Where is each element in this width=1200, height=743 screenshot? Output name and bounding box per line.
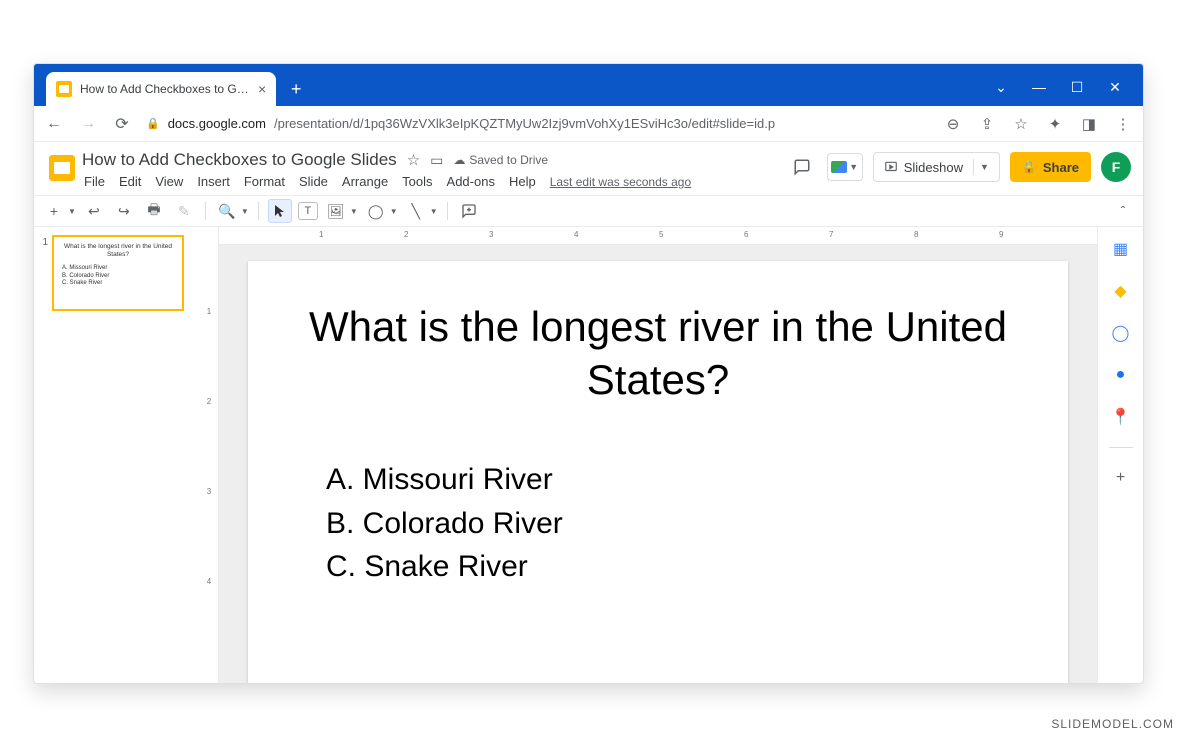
browser-menu-icon[interactable]: ⋮ bbox=[1113, 115, 1133, 133]
menu-format[interactable]: Format bbox=[244, 174, 285, 189]
undo-button[interactable]: ↩ bbox=[82, 199, 106, 223]
reload-icon[interactable]: ⟳ bbox=[112, 114, 132, 134]
lock-icon: 🔒 bbox=[146, 117, 160, 130]
calendar-icon[interactable]: ▦ bbox=[1109, 237, 1133, 261]
menu-addons[interactable]: Add-ons bbox=[447, 174, 495, 189]
filmstrip[interactable]: 1 What is the longest river in the Unite… bbox=[34, 227, 199, 683]
url-host: docs.google.com bbox=[168, 116, 266, 131]
share-url-icon[interactable]: ⇪ bbox=[977, 115, 997, 133]
browser-tab[interactable]: How to Add Checkboxes to Goo × bbox=[46, 72, 276, 106]
move-to-drive-icon[interactable]: ▭ bbox=[430, 152, 443, 169]
app-header: How to Add Checkboxes to Google Slides ☆… bbox=[34, 142, 1143, 195]
slides-logo[interactable] bbox=[42, 148, 82, 188]
close-tab-icon[interactable]: × bbox=[258, 81, 266, 97]
select-tool[interactable] bbox=[268, 199, 292, 223]
star-icon[interactable]: ☆ bbox=[407, 151, 420, 169]
maps-icon[interactable]: 📍 bbox=[1109, 405, 1133, 429]
share-button[interactable]: 🔒 Share bbox=[1010, 152, 1091, 182]
window-controls: ⌄ ― ☐ ✕ bbox=[993, 79, 1137, 106]
chevron-down-icon[interactable]: ▼ bbox=[430, 207, 438, 216]
maximize-icon[interactable]: ☐ bbox=[1069, 79, 1085, 96]
tab-title: How to Add Checkboxes to Goo bbox=[80, 82, 250, 96]
tasks-icon[interactable]: ◯ bbox=[1109, 321, 1133, 345]
cloud-icon: ☁ bbox=[453, 153, 465, 167]
slide-options[interactable]: A. Missouri River B. Colorado River C. S… bbox=[296, 458, 1020, 589]
toolbar: +▼ ↩ ↪ 🖶 ✎ 🔍▼ T 🖼▼ ◯▼ ╲▼ ˆ bbox=[34, 195, 1143, 227]
comment-tool[interactable] bbox=[457, 199, 481, 223]
chevron-down-icon[interactable]: ▼ bbox=[390, 207, 398, 216]
redo-button[interactable]: ↪ bbox=[112, 199, 136, 223]
last-edit-link[interactable]: Last edit was seconds ago bbox=[550, 175, 691, 189]
saved-status[interactable]: ☁Saved to Drive bbox=[453, 153, 548, 167]
new-slide-button[interactable]: + bbox=[42, 199, 66, 223]
chevron-down-icon[interactable]: ⌄ bbox=[993, 79, 1009, 96]
menu-edit[interactable]: Edit bbox=[119, 174, 141, 189]
menu-bar: File Edit View Insert Format Slide Arran… bbox=[82, 170, 787, 195]
option-a: A. Missouri River bbox=[326, 458, 1020, 502]
play-rect-icon bbox=[884, 160, 898, 174]
menu-view[interactable]: View bbox=[155, 174, 183, 189]
chevron-down-icon[interactable]: ▼ bbox=[68, 207, 76, 216]
menu-tools[interactable]: Tools bbox=[402, 174, 432, 189]
bookmark-icon[interactable]: ☆ bbox=[1011, 115, 1031, 133]
slide-title[interactable]: What is the longest river in the United … bbox=[296, 301, 1020, 406]
meet-icon bbox=[831, 161, 847, 173]
url-path: /presentation/d/1pq36WzVXlk3eIpKQZTMyUw2… bbox=[274, 116, 775, 131]
zoom-icon[interactable]: ⊖ bbox=[943, 115, 963, 133]
back-icon[interactable]: ← bbox=[44, 115, 64, 133]
paint-format-button[interactable]: ✎ bbox=[172, 199, 196, 223]
chevron-down-icon[interactable]: ▼ bbox=[241, 207, 249, 216]
slide-thumbnail-1[interactable]: 1 What is the longest river in the Unite… bbox=[38, 235, 195, 311]
side-panel: ▦ ◆ ◯ ● 📍 + bbox=[1097, 227, 1143, 683]
lock-icon: 🔒 bbox=[1022, 160, 1037, 174]
textbox-tool[interactable]: T bbox=[298, 202, 318, 220]
shape-tool[interactable]: ◯ bbox=[364, 199, 388, 223]
sidepanel-toggle-icon[interactable]: ◨ bbox=[1079, 115, 1099, 133]
slide[interactable]: What is the longest river in the United … bbox=[248, 261, 1068, 683]
account-avatar[interactable]: F bbox=[1101, 152, 1131, 182]
comments-icon[interactable] bbox=[787, 152, 817, 182]
forward-icon[interactable]: → bbox=[78, 115, 98, 133]
print-button[interactable]: 🖶 bbox=[142, 199, 166, 223]
menu-arrange[interactable]: Arrange bbox=[342, 174, 388, 189]
collapse-toolbar-icon[interactable]: ˆ bbox=[1111, 199, 1135, 223]
close-window-icon[interactable]: ✕ bbox=[1107, 79, 1123, 96]
extensions-icon[interactable]: ✦ bbox=[1045, 115, 1065, 133]
document-name[interactable]: How to Add Checkboxes to Google Slides bbox=[82, 150, 397, 170]
contacts-icon[interactable]: ● bbox=[1109, 363, 1133, 387]
new-tab-button[interactable]: + bbox=[282, 75, 310, 103]
option-c: C. Snake River bbox=[326, 545, 1020, 589]
slide-canvas-area[interactable]: What is the longest river in the United … bbox=[219, 245, 1097, 683]
watermark: SLIDEMODEL.COM bbox=[1051, 717, 1174, 731]
keep-icon[interactable]: ◆ bbox=[1109, 279, 1133, 303]
zoom-button[interactable]: 🔍 bbox=[215, 199, 239, 223]
ruler-horizontal: 1 2 3 4 5 6 7 8 9 bbox=[219, 227, 1097, 245]
add-addon-icon[interactable]: + bbox=[1109, 466, 1133, 490]
menu-slide[interactable]: Slide bbox=[299, 174, 328, 189]
slide-number: 1 bbox=[38, 235, 48, 311]
url-field[interactable]: 🔒 docs.google.com/presentation/d/1pq36Wz… bbox=[146, 116, 929, 131]
chevron-down-icon[interactable]: ▼ bbox=[350, 207, 358, 216]
minimize-icon[interactable]: ― bbox=[1031, 79, 1047, 96]
menu-insert[interactable]: Insert bbox=[197, 174, 230, 189]
meet-button[interactable]: ▼ bbox=[827, 153, 863, 181]
line-tool[interactable]: ╲ bbox=[404, 199, 428, 223]
ruler-vertical: 1 2 3 4 bbox=[199, 227, 219, 683]
image-tool[interactable]: 🖼 bbox=[324, 199, 348, 223]
browser-titlebar: How to Add Checkboxes to Goo × + ⌄ ― ☐ ✕ bbox=[34, 64, 1143, 106]
menu-file[interactable]: File bbox=[84, 174, 105, 189]
option-b: B. Colorado River bbox=[326, 502, 1020, 546]
menu-help[interactable]: Help bbox=[509, 174, 536, 189]
address-bar: ← → ⟳ 🔒 docs.google.com/presentation/d/1… bbox=[34, 106, 1143, 142]
chevron-down-icon[interactable]: ▼ bbox=[980, 162, 989, 172]
slideshow-button[interactable]: Slideshow ▼ bbox=[873, 152, 1000, 182]
slides-favicon bbox=[56, 81, 72, 97]
chevron-down-icon: ▼ bbox=[849, 162, 858, 172]
